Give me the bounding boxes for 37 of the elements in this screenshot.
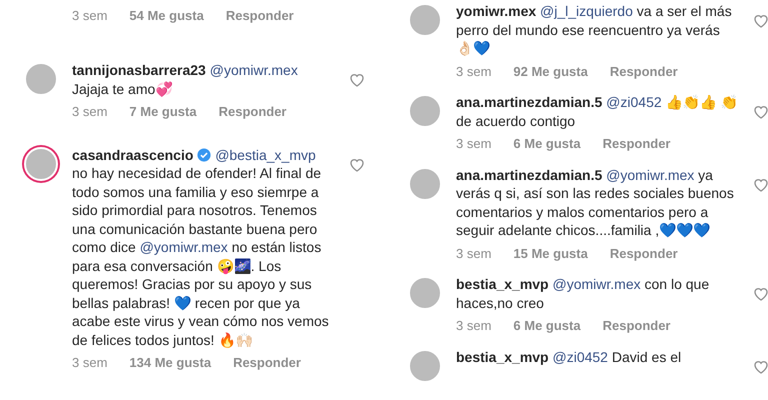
username-link[interactable]: ana.martinezdamian.5 <box>456 94 602 110</box>
mention-link[interactable]: @yomiwr.mex <box>606 166 694 182</box>
comment-text: ana.martinezdamian.5 @zi0452 👍👏👍 👏 de acuerdo contigo <box>456 93 738 130</box>
like-heart-icon[interactable] <box>754 178 768 192</box>
like-heart-icon[interactable] <box>754 105 768 119</box>
mention-link[interactable]: @j_l_izquierdo <box>540 3 633 19</box>
comment-time: 3 sem <box>456 135 492 153</box>
mention-link[interactable]: @yomiwr.mex <box>140 239 228 255</box>
mention-link[interactable]: @zi0452 <box>606 94 662 110</box>
username-link[interactable]: bestia_x_mvp <box>456 276 549 292</box>
username-link[interactable]: casandraascencio <box>72 146 194 162</box>
like-heart-icon[interactable] <box>350 73 364 87</box>
username-link[interactable]: bestia_x_mvp <box>456 348 549 364</box>
comment-time: 3 sem <box>72 7 108 25</box>
comment-time: 3 sem <box>72 103 108 121</box>
mention-link[interactable]: @yomiwr.mex <box>210 62 298 78</box>
like-heart-icon[interactable] <box>754 360 768 374</box>
comment-time: 3 sem <box>456 62 492 80</box>
mention-link[interactable]: @yomiwr.mex <box>552 276 641 292</box>
like-heart-icon[interactable] <box>754 287 768 301</box>
comment-text: bestia_x_mvp @zi0452 David es el <box>456 348 682 366</box>
like-heart-icon[interactable] <box>350 158 364 172</box>
username-link[interactable]: yomiwr.mex <box>456 3 536 19</box>
mention-link[interactable]: @zi0452 <box>552 348 608 364</box>
avatar[interactable] <box>24 146 58 180</box>
comment-time: 3 sem <box>72 354 108 372</box>
comment-time: 3 sem <box>456 317 492 335</box>
comment-time: 3 sem <box>456 244 492 262</box>
username-link[interactable]: tannijonasbarrera23 <box>72 62 206 78</box>
like-heart-icon[interactable] <box>754 14 768 28</box>
comment-text: casandraascencio @bestia_x_mvp no hay necesidad de ofender! Al final de todo somos una familia y eso siemrpe a sido primordial para nosotros. Tenemos una comunicación bastante buena pero como dice @yomiwr.mex no están listos para esa conversación 🤪🌌. Los queremos! Gracias por su apoyo y sus bellas palabras! 💙 recen por que ya acabe este virus y vean cómo nos vemos de felices todos juntos! 🔥🙌🏻 <box>72 146 330 349</box>
comment-text: tannijonasbarrera23 @yomiwr.mex Jajaja te amo💞 <box>72 61 299 98</box>
comment-text: ana.martinezdamian.5 @yomiwr.mex ya verás q si, así son las redes sociales buenos comentarios y malos comentarios pero a seguir adelante chicos....familia ,💙💙💙 <box>456 166 735 240</box>
comment-text: bestia_x_mvp @yomiwr.mex con lo que haces,no creo <box>456 275 710 312</box>
comment-text: yomiwr.mex @j_l_izquierdo va a ser el más perro del mundo ese reencuentro ya verás 👌🏻💙 <box>456 2 733 58</box>
mention-link[interactable]: @bestia_x_mvp <box>215 146 316 162</box>
username-link[interactable]: ana.martinezdamian.5 <box>456 166 602 182</box>
